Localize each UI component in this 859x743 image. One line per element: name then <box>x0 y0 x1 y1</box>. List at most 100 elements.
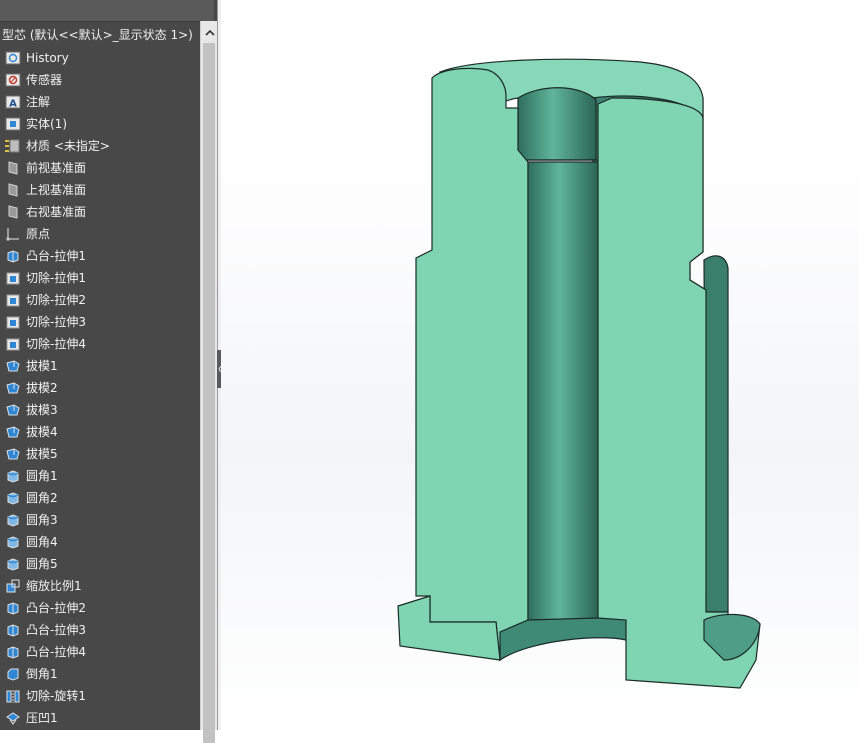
draft-icon <box>4 424 22 440</box>
boss-extrude-icon <box>4 248 22 264</box>
tree-item-label: 拔模1 <box>26 359 58 373</box>
tree-item-label: 切除-旋转1 <box>26 689 86 703</box>
tree-item-label: 切除-拉伸2 <box>26 293 86 307</box>
tree-item-label: 倒角1 <box>26 667 58 681</box>
tree-item-label: 凸台-拉伸3 <box>26 623 86 637</box>
tree-item-label: 缩放比例1 <box>26 579 82 593</box>
chamfer-icon <box>4 666 22 682</box>
tree-item[interactable]: 拔模5 <box>0 443 200 465</box>
outer-surface-lower <box>703 255 729 613</box>
tree-item-label: 右视基准面 <box>26 205 87 219</box>
tree-item-label: 凸台-拉伸1 <box>26 249 86 263</box>
tree-item[interactable]: 前视基准面 <box>0 157 200 179</box>
plane-icon <box>4 204 22 220</box>
right-section-face <box>597 97 761 689</box>
indent-icon <box>4 710 22 726</box>
fillet-icon <box>4 534 22 550</box>
tree-item[interactable]: 圆角5 <box>0 553 200 575</box>
tree-item-label: 拔模3 <box>26 403 58 417</box>
tree-item[interactable]: 切除-旋转1 <box>0 685 200 707</box>
tree-item-label: 拔模2 <box>26 381 58 395</box>
cut-revolve-icon <box>4 688 22 704</box>
tree-item-label: 拔模5 <box>26 447 58 461</box>
tree-item-label: 原点 <box>26 227 51 241</box>
sensor-icon <box>4 72 22 88</box>
tree-item-label: 材质 <未指定> <box>26 139 110 153</box>
feature-manager-tabs-bar[interactable] <box>0 0 214 22</box>
tree-item[interactable]: 凸台-拉伸3 <box>0 619 200 641</box>
tree-item[interactable]: 拔模1 <box>0 355 200 377</box>
boss-extrude-icon <box>4 622 22 638</box>
cut-extrude-icon <box>4 292 22 308</box>
tree-item[interactable]: 原点 <box>0 223 200 245</box>
tree-item-label: 压凹1 <box>26 711 58 725</box>
annotation-icon: A <box>4 94 22 110</box>
tree-item[interactable]: 切除-拉伸3 <box>0 311 200 333</box>
tree-item[interactable]: 切除-拉伸2 <box>0 289 200 311</box>
draft-icon <box>4 380 22 396</box>
tree-item[interactable]: 倒角1 <box>0 663 200 685</box>
tree-item[interactable]: 拔模4 <box>0 421 200 443</box>
scroll-thumb[interactable] <box>203 43 215 743</box>
tree-item-label: 圆角2 <box>26 491 58 505</box>
feature-tree-list: History 传感器 A 注解实体(1) 材质 <未指定> 前视基准面上视基准面右视基准… <box>0 47 200 729</box>
origin-icon <box>4 226 22 242</box>
feature-tree-scrollbar[interactable] <box>200 21 218 743</box>
tree-item[interactable]: 缩放比例1 <box>0 575 200 597</box>
tree-item[interactable]: History <box>0 47 200 69</box>
boss-extrude-icon <box>4 644 22 660</box>
tree-item-label: 圆角1 <box>26 469 58 483</box>
plane-icon <box>4 160 22 176</box>
tree-item[interactable]: 拔模2 <box>0 377 200 399</box>
graphics-viewport[interactable] <box>221 0 859 730</box>
draft-icon <box>4 358 22 374</box>
tree-item[interactable]: 拔模3 <box>0 399 200 421</box>
tree-item[interactable]: 切除-拉伸4 <box>0 333 200 355</box>
part-title[interactable]: 型芯 (默认<<默认>_显示状态 1>) <box>2 27 200 43</box>
tree-item[interactable]: 圆角1 <box>0 465 200 487</box>
tree-item[interactable]: 右视基准面 <box>0 201 200 223</box>
tree-item-label: 圆角4 <box>26 535 58 549</box>
tree-item[interactable]: A 注解 <box>0 91 200 113</box>
tree-item-label: 上视基准面 <box>26 183 87 197</box>
tree-item-label: 切除-拉伸4 <box>26 337 86 351</box>
tree-item-label: 切除-拉伸3 <box>26 315 86 329</box>
tree-item[interactable]: 压凹1 <box>0 707 200 729</box>
scale-icon <box>4 578 22 594</box>
left-section-face <box>415 67 529 662</box>
fillet-icon <box>4 490 22 506</box>
fillet-icon <box>4 556 22 572</box>
tree-item-label: 凸台-拉伸4 <box>26 645 86 659</box>
tree-item[interactable]: 切除-拉伸1 <box>0 267 200 289</box>
tree-item-label: 圆角5 <box>26 557 58 571</box>
tree-item[interactable]: 传感器 <box>0 69 200 91</box>
tree-item[interactable]: 上视基准面 <box>0 179 200 201</box>
draft-icon <box>4 402 22 418</box>
tree-item[interactable]: 材质 <未指定> <box>0 135 200 157</box>
cut-extrude-icon <box>4 270 22 286</box>
chevron-up-icon <box>204 29 215 36</box>
plane-icon <box>4 182 22 198</box>
tree-item[interactable]: 凸台-拉伸1 <box>0 245 200 267</box>
tree-item-label: 凸台-拉伸2 <box>26 601 86 615</box>
tree-item[interactable]: 凸台-拉伸4 <box>0 641 200 663</box>
tree-item-label: 注解 <box>26 95 51 109</box>
feature-manager-panel: 型芯 (默认<<默认>_显示状态 1>) History 传感器 A 注解实体(1) 材… <box>0 0 217 730</box>
tree-item-label: 切除-拉伸1 <box>26 271 86 285</box>
tree-item[interactable]: 实体(1) <box>0 113 200 135</box>
cut-extrude-icon <box>4 336 22 352</box>
tree-item[interactable]: 圆角3 <box>0 509 200 531</box>
draft-icon <box>4 446 22 462</box>
fillet-icon <box>4 468 22 484</box>
fillet-icon <box>4 512 22 528</box>
bottom-recess <box>499 617 627 662</box>
tree-item-label: 圆角3 <box>26 513 58 527</box>
tree-item[interactable]: 圆角4 <box>0 531 200 553</box>
svg-text:A: A <box>9 99 17 110</box>
boss-extrude-icon <box>4 600 22 616</box>
tree-item[interactable]: 圆角2 <box>0 487 200 509</box>
tree-item-label: 传感器 <box>26 73 63 87</box>
part-model-section-view[interactable] <box>221 0 859 730</box>
tree-item[interactable]: 凸台-拉伸2 <box>0 597 200 619</box>
scroll-up-button[interactable] <box>203 25 216 39</box>
